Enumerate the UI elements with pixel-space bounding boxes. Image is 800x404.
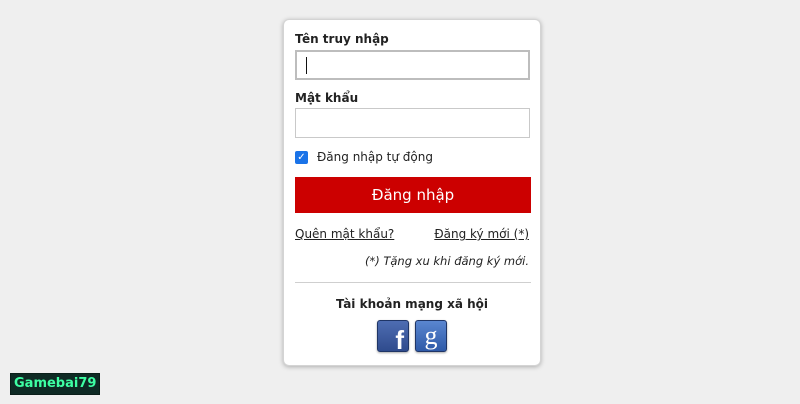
username-input[interactable] [295,50,530,80]
facebook-login-button[interactable]: f [377,320,409,355]
remember-checkbox[interactable]: ✓ [295,150,308,164]
register-link[interactable]: Đăng ký mới (*) [434,227,529,241]
login-button[interactable]: Đăng nhập [295,177,531,213]
watermark: Gamebai79 [10,373,101,395]
password-input[interactable] [295,108,530,138]
text-caret [306,57,307,74]
google-icon: g [424,321,438,350]
forgot-password-link[interactable]: Quên mật khẩu? [295,227,394,241]
remember-row[interactable]: ✓ Đăng nhập tự động [295,149,433,165]
social-title: Tài khoản mạng xã hội [335,297,489,311]
register-note: (*) Tặng xu khi đăng ký mới. [364,254,529,268]
remember-label: Đăng nhập tự động [317,150,433,164]
password-label: Mật khẩu [295,91,359,105]
username-label: Tên truy nhập [295,32,389,46]
facebook-icon: f [395,325,404,355]
login-card: Tên truy nhập Mật khẩu ✓ Đăng nhập tự độ… [283,19,541,366]
divider [295,282,531,283]
google-login-button[interactable]: g [415,320,447,352]
